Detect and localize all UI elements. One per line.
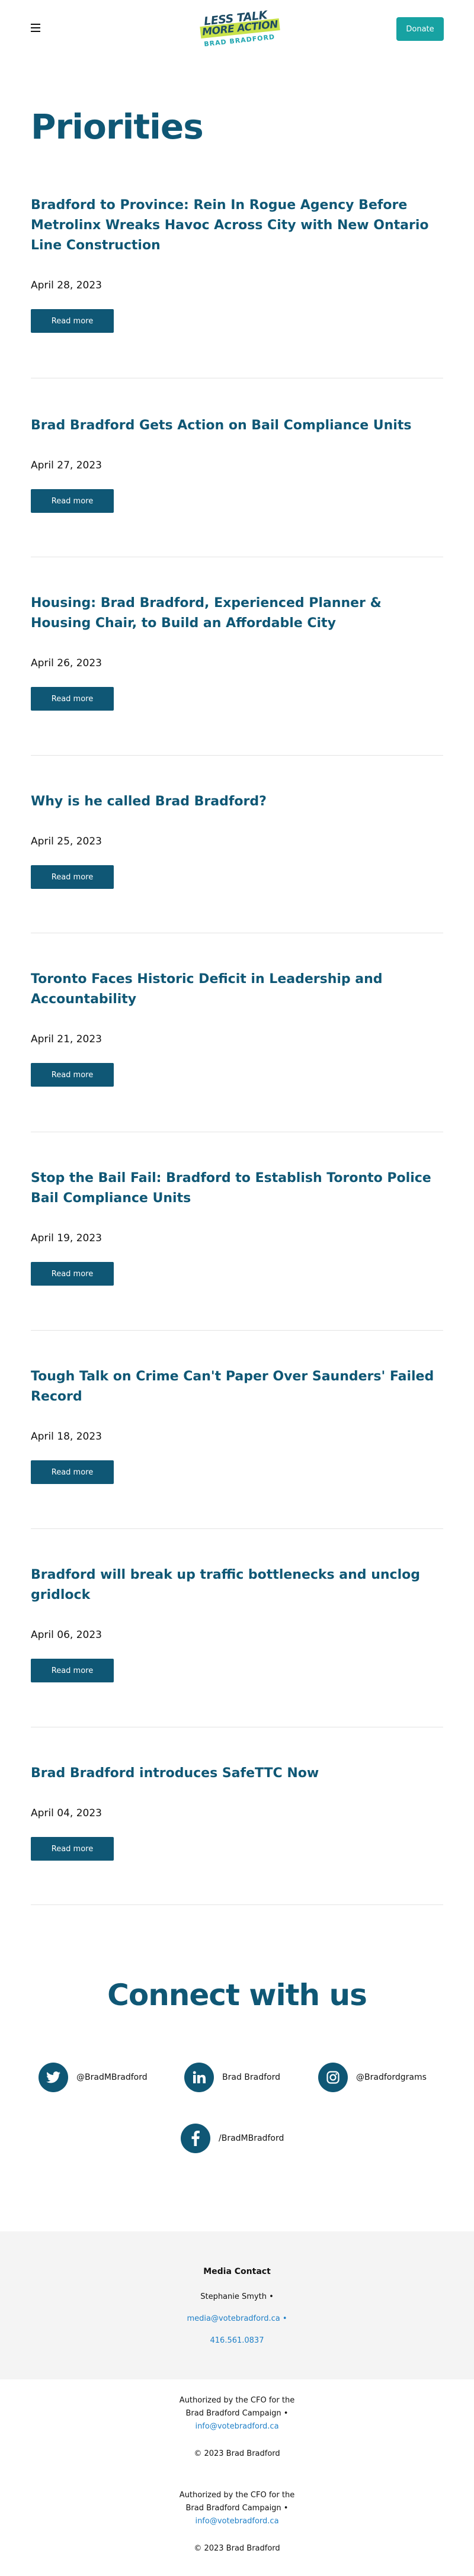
read-more-button[interactable]: Read more	[31, 309, 114, 333]
social-instagram[interactable]: @Bradfordgrams	[318, 2063, 427, 2092]
post-title[interactable]: Why is he called Brad Bradford?	[31, 792, 443, 812]
authorization-line-2: Brad Bradford Campaign •	[185, 2409, 289, 2418]
authorization-line-1: Authorized by the CFO for the	[179, 2396, 295, 2405]
facebook-icon	[181, 2124, 210, 2153]
post-item: Stop the Bail Fail: Bradford to Establis…	[31, 1168, 443, 1286]
post-date: April 21, 2023	[31, 1033, 102, 1045]
post-title[interactable]: Brad Bradford Gets Action on Bail Compli…	[31, 416, 443, 436]
post-item: Toronto Faces Historic Deficit in Leader…	[31, 969, 443, 1087]
post-date: April 25, 2023	[31, 836, 102, 847]
read-more-button[interactable]: Read more	[31, 489, 114, 513]
post-item: Tough Talk on Crime Can't Paper Over Sau…	[31, 1367, 443, 1484]
post-title[interactable]: Bradford to Province: Rein In Rogue Agen…	[31, 195, 443, 256]
read-more-button[interactable]: Read more	[31, 1262, 114, 1286]
read-more-button[interactable]: Read more	[31, 1063, 114, 1087]
post-item: Bradford will break up traffic bottlenec…	[31, 1565, 443, 1682]
post-item: Brad Bradford Gets Action on Bail Compli…	[31, 416, 443, 513]
post-item: Why is he called Brad Bradford? April 25…	[31, 792, 443, 889]
post-title[interactable]: Bradford will break up traffic bottlenec…	[31, 1565, 443, 1605]
read-more-button[interactable]: Read more	[31, 1837, 114, 1861]
post-date: April 19, 2023	[31, 1232, 102, 1244]
footer-email-link[interactable]: info@votebradford.ca	[0, 2420, 474, 2433]
authorization-line-1: Authorized by the CFO for the	[179, 2491, 295, 2500]
post-item: Housing: Brad Bradford, Experienced Plan…	[31, 593, 443, 711]
site-header: LESS TALK MORE ACTION BRAD BRADFORD Dona…	[0, 0, 474, 59]
media-contact-phone[interactable]: 416.561.0837	[0, 2336, 474, 2345]
post-date: April 04, 2023	[31, 1807, 102, 1819]
post-divider	[31, 1330, 443, 1331]
read-more-button[interactable]: Read more	[31, 865, 114, 889]
post-item: Bradford to Province: Rein In Rogue Agen…	[31, 195, 443, 333]
post-title[interactable]: Brad Bradford introduces SafeTTC Now	[31, 1764, 443, 1784]
post-date: April 28, 2023	[31, 280, 102, 291]
post-title[interactable]: Housing: Brad Bradford, Experienced Plan…	[31, 593, 443, 634]
connect-title: Connect with us	[107, 1978, 367, 2012]
authorization-line-2: Brad Bradford Campaign •	[185, 2504, 289, 2513]
post-title[interactable]: Stop the Bail Fail: Bradford to Establis…	[31, 1168, 443, 1209]
hamburger-menu-icon[interactable]	[31, 24, 40, 32]
post-divider	[31, 755, 443, 756]
linkedin-icon	[184, 2063, 214, 2092]
post-divider	[31, 1528, 443, 1529]
donate-button[interactable]: Donate	[396, 17, 444, 41]
footer-email-link[interactable]: info@votebradford.ca	[0, 2515, 474, 2528]
twitter-icon	[39, 2063, 68, 2092]
media-contact-title: Media Contact	[203, 2267, 271, 2276]
instagram-handle: @Bradfordgrams	[356, 2073, 427, 2082]
media-contact-name: Stephanie Smyth •	[200, 2292, 274, 2301]
copyright-text: © 2023 Brad Bradford	[194, 2544, 280, 2553]
media-contact-email[interactable]: media@votebradford.ca •	[0, 2314, 474, 2323]
social-linkedin[interactable]: Brad Bradford	[184, 2063, 280, 2092]
post-divider	[31, 1904, 443, 1905]
post-date: April 27, 2023	[31, 460, 102, 471]
site-logo[interactable]: LESS TALK MORE ACTION BRAD BRADFORD	[200, 8, 280, 49]
media-contact-section: Media Contact Stephanie Smyth • media@vo…	[0, 2231, 474, 2379]
read-more-button[interactable]: Read more	[31, 1659, 114, 1682]
instagram-icon	[318, 2063, 348, 2092]
post-title[interactable]: Tough Talk on Crime Can't Paper Over Sau…	[31, 1367, 443, 1407]
twitter-handle: @BradMBradford	[76, 2073, 148, 2082]
page-title: Priorities	[31, 107, 204, 147]
post-title[interactable]: Toronto Faces Historic Deficit in Leader…	[31, 969, 443, 1010]
post-date: April 06, 2023	[31, 1629, 102, 1641]
social-facebook[interactable]: /BradMBradford	[181, 2124, 284, 2153]
linkedin-name: Brad Bradford	[222, 2073, 280, 2082]
copyright-text: © 2023 Brad Bradford	[194, 2449, 280, 2458]
read-more-button[interactable]: Read more	[31, 687, 114, 711]
facebook-handle: /BradMBradford	[219, 2134, 284, 2143]
post-date: April 18, 2023	[31, 1431, 102, 1443]
post-item: Brad Bradford introduces SafeTTC Now Apr…	[31, 1764, 443, 1861]
read-more-button[interactable]: Read more	[31, 1460, 114, 1484]
social-twitter[interactable]: @BradMBradford	[39, 2063, 148, 2092]
post-date: April 26, 2023	[31, 657, 102, 669]
site-footer: Authorized by the CFO for the Brad Bradf…	[0, 2379, 474, 2576]
